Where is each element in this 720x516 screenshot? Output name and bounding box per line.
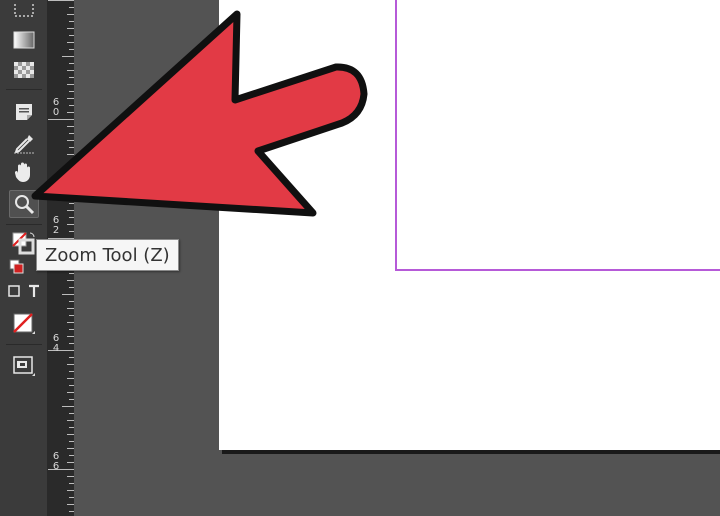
zoom-tool-tooltip: Zoom Tool (Z) [36, 239, 179, 271]
